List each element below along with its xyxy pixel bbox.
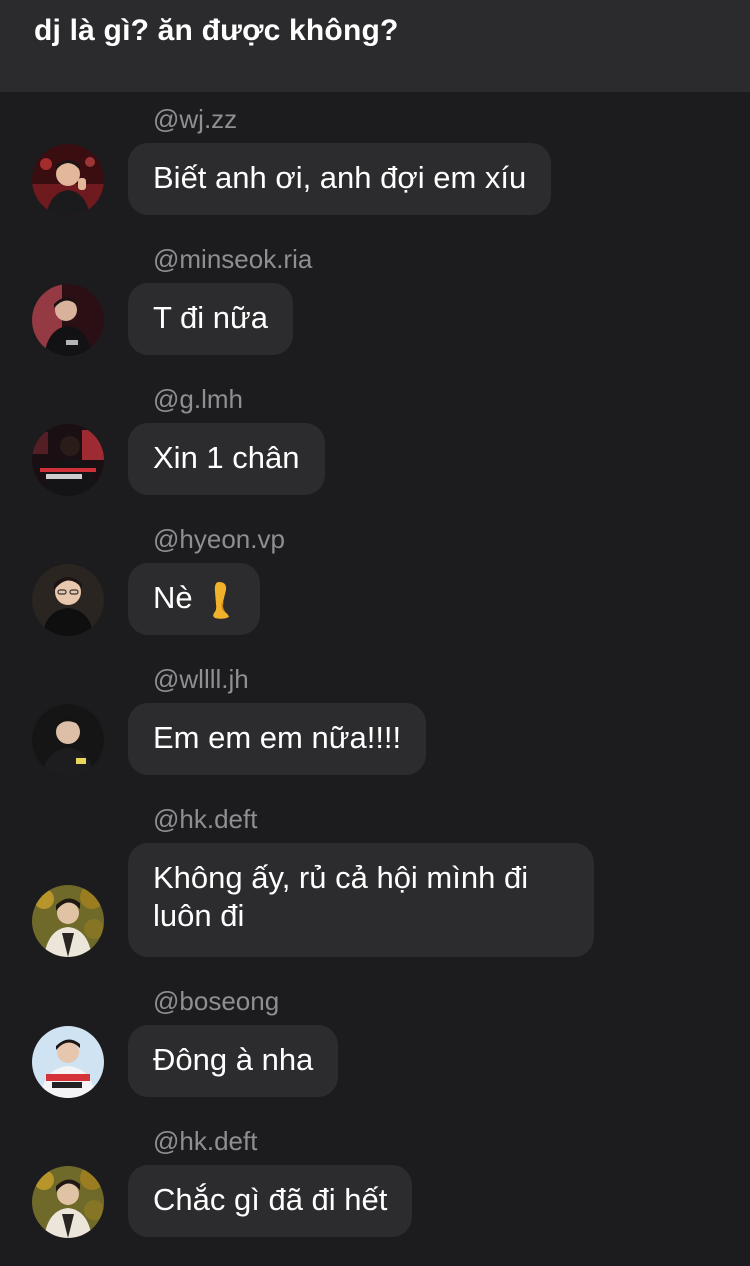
username-handle[interactable]: @boseong	[153, 986, 279, 1017]
avatar[interactable]	[32, 704, 104, 776]
avatar[interactable]	[32, 424, 104, 496]
avatar[interactable]	[32, 564, 104, 636]
avatar[interactable]	[32, 284, 104, 356]
avatar[interactable]	[32, 1166, 104, 1238]
message-bubble[interactable]: T đi nữa	[128, 283, 293, 355]
username-handle[interactable]: @g.lmh	[153, 384, 243, 415]
username-handle[interactable]: @hyeon.vp	[153, 524, 285, 555]
message-bubble[interactable]: Xin 1 chân	[128, 423, 325, 495]
message-bubble[interactable]: Biết anh ơi, anh đợi em xíu	[128, 143, 552, 215]
message-bubble[interactable]: Chắc gì đã đi hết	[128, 1165, 413, 1237]
username-handle[interactable]: @hk.deft	[153, 804, 257, 835]
message-text-line: Không ấy, rủ cả hội mình đi	[153, 860, 529, 895]
leg-icon	[212, 581, 229, 619]
message-text-line: luôn đi	[153, 898, 245, 933]
username-handle[interactable]: @minseok.ria	[153, 244, 312, 275]
avatar[interactable]	[32, 144, 104, 216]
header-bar: dj là gì? ăn được không?	[0, 0, 750, 92]
avatar[interactable]	[32, 885, 104, 957]
username-handle[interactable]: @wj.zz	[153, 104, 237, 135]
message-bubble[interactable]: Đông à nha	[128, 1025, 339, 1097]
avatar[interactable]	[32, 1026, 104, 1098]
message-bubble[interactable]: Em em em nữa!!!!	[128, 703, 427, 775]
message-text: Nè	[153, 580, 193, 615]
username-handle[interactable]: @hk.deft	[153, 1126, 257, 1157]
message-bubble[interactable]: Không ấy, rủ cả hội mình đi luôn đi	[128, 843, 594, 957]
username-handle[interactable]: @wllll.jh	[153, 664, 249, 695]
message-bubble[interactable]: Nè	[128, 563, 260, 635]
chat-title: dj là gì? ăn được không?	[34, 14, 399, 47]
